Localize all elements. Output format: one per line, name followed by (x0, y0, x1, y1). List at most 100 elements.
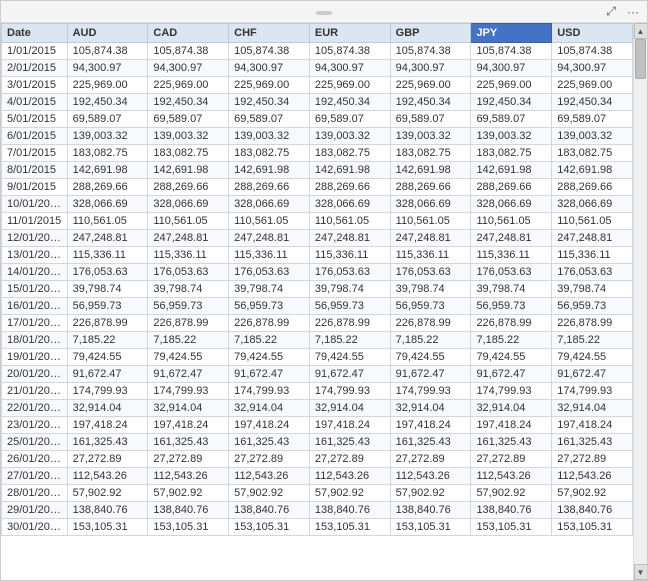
cell-jpy: 79,424.55 (471, 349, 552, 366)
cell-jpy: 69,589.07 (471, 111, 552, 128)
cell-date: 28/01/2015 (2, 485, 68, 502)
scroll-down-button[interactable]: ▼ (634, 564, 648, 580)
cell-aud: 69,589.07 (67, 111, 148, 128)
cell-eur: 161,325.43 (309, 434, 390, 451)
cell-cad: 142,691.98 (148, 162, 229, 179)
col-header-aud[interactable]: AUD (67, 24, 148, 43)
table-row[interactable]: 21/01/2015174,799.93174,799.93174,799.93… (2, 383, 633, 400)
table-row[interactable]: 20/01/201591,672.4791,672.4791,672.4791,… (2, 366, 633, 383)
table-row[interactable]: 17/01/2015226,878.99226,878.99226,878.99… (2, 315, 633, 332)
cell-gbp: 139,003.32 (390, 128, 471, 145)
table-row[interactable]: 23/01/2015197,418.24197,418.24197,418.24… (2, 417, 633, 434)
table-row[interactable]: 28/01/201557,902.9257,902.9257,902.9257,… (2, 485, 633, 502)
cell-usd: 176,053.63 (552, 264, 633, 281)
cell-jpy: 105,874.38 (471, 43, 552, 60)
table-row[interactable]: 5/01/201569,589.0769,589.0769,589.0769,5… (2, 111, 633, 128)
cell-date: 11/01/2015 (2, 213, 68, 230)
col-header-jpy[interactable]: JPY (471, 24, 552, 43)
cell-gbp: 183,082.75 (390, 145, 471, 162)
cell-usd: 110,561.05 (552, 213, 633, 230)
table-row[interactable]: 9/01/2015288,269.66288,269.66288,269.662… (2, 179, 633, 196)
table-row[interactable]: 15/01/201539,798.7439,798.7439,798.7439,… (2, 281, 633, 298)
table-row[interactable]: 7/01/2015183,082.75183,082.75183,082.751… (2, 145, 633, 162)
cell-aud: 79,424.55 (67, 349, 148, 366)
cell-aud: 161,325.43 (67, 434, 148, 451)
table-row[interactable]: 18/01/20157,185.227,185.227,185.227,185.… (2, 332, 633, 349)
cell-jpy: 57,902.92 (471, 485, 552, 502)
cell-aud: 183,082.75 (67, 145, 148, 162)
scrollbar-thumb[interactable] (635, 39, 646, 79)
table-row[interactable]: 22/01/201532,914.0432,914.0432,914.0432,… (2, 400, 633, 417)
cell-jpy: 56,959.73 (471, 298, 552, 315)
cell-usd: 91,672.47 (552, 366, 633, 383)
cell-aud: 91,672.47 (67, 366, 148, 383)
cell-date: 4/01/2015 (2, 94, 68, 111)
main-window: ⤢ ··· DateAUDCADCHFEURGBPJPYUSD 1/01/201… (0, 0, 648, 581)
table-row[interactable]: 29/01/2015138,840.76138,840.76138,840.76… (2, 502, 633, 519)
cell-chf: 56,959.73 (229, 298, 310, 315)
cell-eur: 32,914.04 (309, 400, 390, 417)
table-row[interactable]: 26/01/201527,272.8927,272.8927,272.8927,… (2, 451, 633, 468)
cell-jpy: 138,840.76 (471, 502, 552, 519)
col-header-date[interactable]: Date (2, 24, 68, 43)
cell-aud: 328,066.69 (67, 196, 148, 213)
table-row[interactable]: 4/01/2015192,450.34192,450.34192,450.341… (2, 94, 633, 111)
cell-eur: 7,185.22 (309, 332, 390, 349)
table-row[interactable]: 14/01/2015176,053.63176,053.63176,053.63… (2, 264, 633, 281)
cell-usd: 288,269.66 (552, 179, 633, 196)
table-row[interactable]: 16/01/201556,959.7356,959.7356,959.7356,… (2, 298, 633, 315)
table-row[interactable]: 25/01/2015161,325.43161,325.43161,325.43… (2, 434, 633, 451)
cell-gbp: 328,066.69 (390, 196, 471, 213)
cell-cad: 247,248.81 (148, 230, 229, 247)
cell-gbp: 79,424.55 (390, 349, 471, 366)
cell-date: 29/01/2015 (2, 502, 68, 519)
cell-jpy: 112,543.26 (471, 468, 552, 485)
cell-gbp: 91,672.47 (390, 366, 471, 383)
cell-date: 21/01/2015 (2, 383, 68, 400)
more-icon[interactable]: ··· (625, 4, 641, 20)
cell-jpy: 225,969.00 (471, 77, 552, 94)
table-row[interactable]: 12/01/2015247,248.81247,248.81247,248.81… (2, 230, 633, 247)
table-row[interactable]: 13/01/2015115,336.11115,336.11115,336.11… (2, 247, 633, 264)
cell-jpy: 192,450.34 (471, 94, 552, 111)
table-row[interactable]: 6/01/2015139,003.32139,003.32139,003.321… (2, 128, 633, 145)
col-header-usd[interactable]: USD (552, 24, 633, 43)
table-row[interactable]: 8/01/2015142,691.98142,691.98142,691.981… (2, 162, 633, 179)
expand-icon[interactable]: ⤢ (603, 4, 619, 20)
table-row[interactable]: 3/01/2015225,969.00225,969.00225,969.002… (2, 77, 633, 94)
cell-jpy: 176,053.63 (471, 264, 552, 281)
cell-usd: 138,840.76 (552, 502, 633, 519)
cell-aud: 32,914.04 (67, 400, 148, 417)
cell-usd: 247,248.81 (552, 230, 633, 247)
table-row[interactable]: 19/01/201579,424.5579,424.5579,424.5579,… (2, 349, 633, 366)
table-row[interactable]: 30/01/2015153,105.31153,105.31153,105.31… (2, 519, 633, 536)
cell-date: 13/01/2015 (2, 247, 68, 264)
table-row[interactable]: 10/01/2015328,066.69328,066.69328,066.69… (2, 196, 633, 213)
cell-chf: 176,053.63 (229, 264, 310, 281)
cell-aud: 115,336.11 (67, 247, 148, 264)
scroll-up-button[interactable]: ▲ (634, 23, 648, 39)
table-row[interactable]: 2/01/201594,300.9794,300.9794,300.9794,3… (2, 60, 633, 77)
table-row[interactable]: 1/01/2015105,874.38105,874.38105,874.381… (2, 43, 633, 60)
cell-usd: 39,798.74 (552, 281, 633, 298)
cell-usd: 105,874.38 (552, 43, 633, 60)
cell-jpy: 183,082.75 (471, 145, 552, 162)
col-header-eur[interactable]: EUR (309, 24, 390, 43)
cell-aud: 57,902.92 (67, 485, 148, 502)
col-header-chf[interactable]: CHF (229, 24, 310, 43)
cell-jpy: 39,798.74 (471, 281, 552, 298)
table-scroll[interactable]: DateAUDCADCHFEURGBPJPYUSD 1/01/2015105,8… (1, 23, 633, 580)
cell-chf: 32,914.04 (229, 400, 310, 417)
col-header-cad[interactable]: CAD (148, 24, 229, 43)
vertical-scrollbar[interactable]: ▲ ▼ (633, 23, 647, 580)
table-row[interactable]: 11/01/2015110,561.05110,561.05110,561.05… (2, 213, 633, 230)
cell-gbp: 32,914.04 (390, 400, 471, 417)
col-header-gbp[interactable]: GBP (390, 24, 471, 43)
cell-date: 15/01/2015 (2, 281, 68, 298)
cell-jpy: 153,105.31 (471, 519, 552, 536)
cell-date: 5/01/2015 (2, 111, 68, 128)
cell-gbp: 142,691.98 (390, 162, 471, 179)
table-row[interactable]: 27/01/2015112,543.26112,543.26112,543.26… (2, 468, 633, 485)
resize-handle[interactable] (316, 11, 332, 15)
cell-cad: 112,543.26 (148, 468, 229, 485)
